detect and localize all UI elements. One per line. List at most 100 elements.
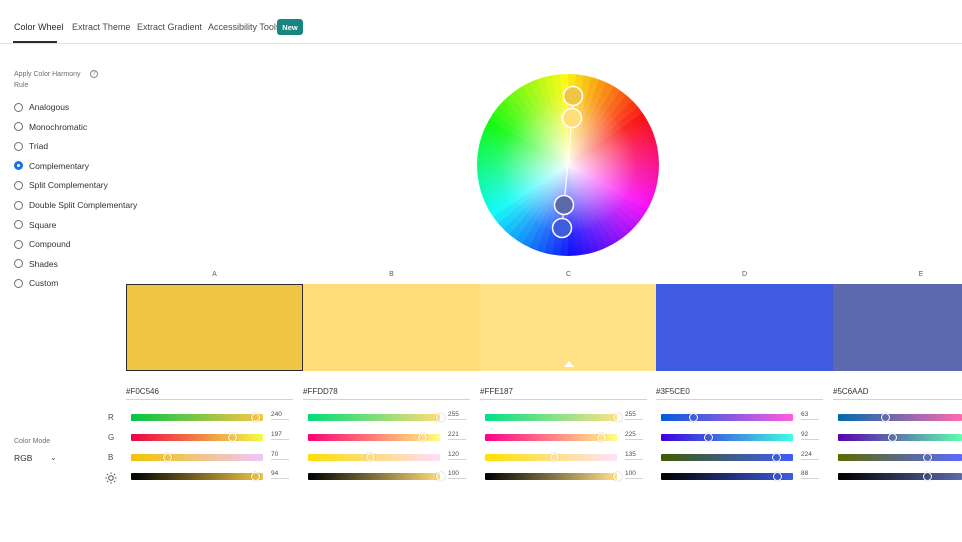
slider-thumb[interactable] <box>612 413 622 422</box>
blue-value[interactable]: 224 <box>801 451 819 460</box>
radio-button[interactable] <box>14 239 23 249</box>
brightness-value[interactable]: 100 <box>448 470 466 479</box>
color-swatch[interactable] <box>126 284 303 371</box>
red-slider[interactable] <box>131 413 263 422</box>
green-value[interactable]: 92 <box>801 431 819 440</box>
color-swatch[interactable] <box>656 284 833 371</box>
green-value[interactable]: 221 <box>448 431 466 440</box>
hex-input[interactable]: #FFDD78 <box>303 387 470 400</box>
harmony-rule-analogous[interactable]: Analogous <box>14 101 69 113</box>
color-mode-select[interactable]: RGB ⌄ <box>14 453 58 465</box>
blue-slider[interactable] <box>308 453 440 462</box>
color-swatch[interactable] <box>303 284 480 371</box>
slider-thumb[interactable] <box>162 453 172 462</box>
slider-thumb[interactable] <box>417 433 427 442</box>
green-slider[interactable] <box>838 433 962 442</box>
slider-thumb[interactable] <box>365 453 375 462</box>
tab-extract-gradient[interactable]: Extract Gradient <box>137 22 202 32</box>
radio-button[interactable] <box>14 259 23 269</box>
red-slider[interactable] <box>661 413 793 422</box>
red-value[interactable]: 255 <box>625 411 643 420</box>
hex-input[interactable]: #F0C546 <box>126 387 293 400</box>
harmony-rule-shades[interactable]: Shades <box>14 258 58 270</box>
slider-thumb[interactable] <box>923 453 933 462</box>
red-value[interactable]: 240 <box>271 411 289 420</box>
red-slider[interactable] <box>838 413 962 422</box>
radio-button[interactable] <box>14 278 23 288</box>
red-value[interactable]: 255 <box>448 411 466 420</box>
info-icon[interactable]: ? <box>90 70 98 78</box>
slider-thumb[interactable] <box>772 453 782 462</box>
slider-thumb[interactable] <box>250 472 260 481</box>
green-slider[interactable] <box>131 433 263 442</box>
radio-button[interactable] <box>14 220 23 230</box>
harmony-rule-monochromatic[interactable]: Monochromatic <box>14 121 87 133</box>
swatch-label: C <box>565 271 572 278</box>
green-slider[interactable] <box>308 433 440 442</box>
red-value[interactable]: 63 <box>801 411 819 420</box>
brightness-slider[interactable] <box>131 472 263 481</box>
blue-value[interactable]: 120 <box>448 451 466 460</box>
brightness-slider[interactable] <box>661 472 793 481</box>
slider-thumb[interactable] <box>596 433 606 442</box>
wheel-handle-e[interactable] <box>551 217 573 239</box>
brightness-slider[interactable] <box>485 472 622 481</box>
brightness-value[interactable]: 88 <box>801 470 819 479</box>
slider-thumb[interactable] <box>612 472 622 481</box>
blue-slider[interactable] <box>838 453 962 462</box>
color-swatch[interactable] <box>480 284 657 371</box>
hex-input[interactable]: #5C6AAD <box>833 387 962 400</box>
harmony-rule-triad[interactable]: Triad <box>14 140 48 152</box>
green-slider[interactable] <box>485 433 617 442</box>
slider-thumb[interactable] <box>881 413 891 422</box>
swatch-label: D <box>741 271 748 278</box>
wheel-handle-b[interactable] <box>561 107 583 129</box>
tab-color-wheel[interactable]: Color Wheel <box>14 22 64 32</box>
red-slider[interactable] <box>485 413 622 422</box>
slider-thumb[interactable] <box>228 433 238 442</box>
green-value[interactable]: 197 <box>271 431 289 440</box>
harmony-rule-split-complementary[interactable]: Split Complementary <box>14 179 108 191</box>
slider-thumb[interactable] <box>689 413 699 422</box>
slider-thumb[interactable] <box>923 472 933 481</box>
harmony-rule-double-split-complementary[interactable]: Double Split Complementary <box>14 199 137 211</box>
harmony-rule-compound[interactable]: Compound <box>14 238 71 250</box>
slider-thumb[interactable] <box>250 413 260 422</box>
blue-slider[interactable] <box>661 453 793 462</box>
radio-button[interactable] <box>14 180 23 190</box>
harmony-rule-complementary[interactable]: Complementary <box>14 160 89 172</box>
radio-button[interactable] <box>14 141 23 151</box>
hex-input[interactable]: #FFE187 <box>480 387 647 400</box>
blue-value[interactable]: 70 <box>271 451 289 460</box>
slider-thumb[interactable] <box>550 453 560 462</box>
color-swatch[interactable] <box>833 284 962 371</box>
blue-slider[interactable] <box>131 453 263 462</box>
brightness-slider[interactable] <box>308 472 445 481</box>
tab-extract-theme[interactable]: Extract Theme <box>72 22 130 32</box>
slider-thumb[interactable] <box>435 413 445 422</box>
brightness-value[interactable]: 94 <box>271 470 289 479</box>
green-slider[interactable] <box>661 433 793 442</box>
slider-thumb[interactable] <box>435 472 445 481</box>
harmony-rule-square[interactable]: Square <box>14 219 56 231</box>
slider-thumb[interactable] <box>704 433 714 442</box>
slider-thumb[interactable] <box>772 472 782 481</box>
radio-button[interactable] <box>14 122 23 132</box>
tab-accessibility-tools[interactable]: Accessibility Tools <box>208 22 280 32</box>
harmony-rule-custom[interactable]: Custom <box>14 277 58 289</box>
blue-value[interactable]: 135 <box>625 451 643 460</box>
blue-slider[interactable] <box>485 453 617 462</box>
slider-thumb[interactable] <box>888 433 898 442</box>
color-wheel[interactable] <box>475 72 661 258</box>
wheel-handle-a[interactable] <box>562 85 584 107</box>
red-slider[interactable] <box>308 413 445 422</box>
hex-input[interactable]: #3F5CE0 <box>656 387 823 400</box>
radio-button[interactable] <box>14 161 23 171</box>
brightness-slider[interactable] <box>838 472 962 481</box>
green-value[interactable]: 225 <box>625 431 643 440</box>
brightness-value[interactable]: 100 <box>625 470 643 479</box>
wheel-handle-d[interactable] <box>553 194 575 216</box>
radio-button[interactable] <box>14 102 23 112</box>
color-mode-value: RGB <box>14 453 33 463</box>
radio-button[interactable] <box>14 200 23 210</box>
